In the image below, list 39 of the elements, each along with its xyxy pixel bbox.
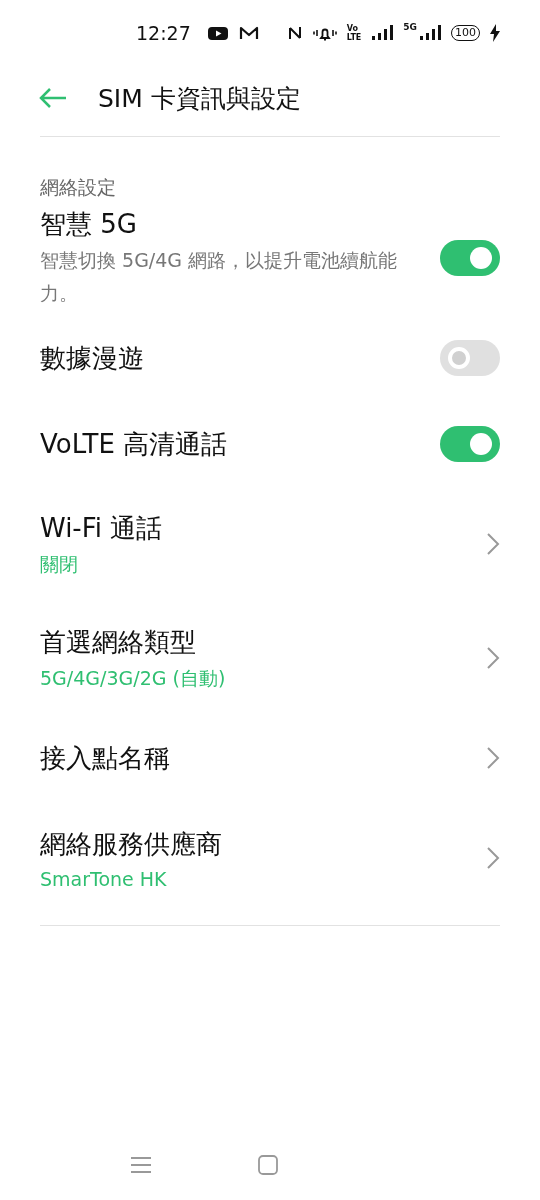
toggle-switch[interactable] xyxy=(440,340,500,376)
settings-row[interactable]: 網絡服務供應商 SmarTone HK xyxy=(0,801,540,915)
chevron-right-icon xyxy=(486,846,500,870)
menu-icon[interactable] xyxy=(129,1155,153,1175)
chevron-right-icon xyxy=(486,746,500,770)
back-arrow-icon[interactable] xyxy=(38,87,68,109)
signal-icon xyxy=(371,25,394,41)
settings-row[interactable]: Wi-Fi 通話 關閉 xyxy=(0,487,540,601)
settings-row[interactable]: 接入點名稱 xyxy=(0,715,540,801)
volte-indicator: Vo LTE xyxy=(346,24,362,42)
setting-title: VoLTE 高清通話 xyxy=(40,427,229,461)
toggle-switch[interactable] xyxy=(440,426,500,462)
chevron-right-icon xyxy=(486,532,500,556)
setting-title: 首選網絡類型 xyxy=(40,625,197,659)
home-icon[interactable] xyxy=(257,1154,279,1176)
toggle-switch[interactable] xyxy=(440,240,500,276)
video-app-icon xyxy=(206,25,229,41)
section-header: 網絡設定 xyxy=(39,175,117,200)
setting-value: 5G/4G/3G/2G (自動) xyxy=(40,665,227,691)
settings-row[interactable]: 數據漫遊 xyxy=(0,315,540,401)
nfc-icon xyxy=(286,24,303,42)
setting-description: 智慧切換 5G/4G 網路，以提升電池續航能力。 xyxy=(40,247,399,306)
setting-value: SmarTone HK xyxy=(40,867,168,890)
settings-row[interactable]: 智慧 5G 智慧切換 5G/4G 網路，以提升電池續航能力。 xyxy=(0,201,540,315)
charging-icon xyxy=(490,24,500,42)
setting-title: 接入點名稱 xyxy=(40,741,171,775)
settings-row[interactable]: 首選網絡類型 5G/4G/3G/2G (自動) xyxy=(0,601,540,715)
chevron-right-icon xyxy=(486,646,500,670)
setting-title: 智慧 5G xyxy=(40,207,138,241)
setting-title: Wi-Fi 通話 xyxy=(40,511,164,545)
mail-icon xyxy=(238,25,259,41)
settings-row[interactable]: VoLTE 高清通話 xyxy=(0,401,540,487)
clock-time: 12:27 xyxy=(136,22,191,44)
mobile-data-indicator: 5G xyxy=(403,22,417,32)
setting-title: 網絡服務供應商 xyxy=(40,827,223,861)
signal-icon xyxy=(419,25,441,41)
page-title: SIM 卡資訊與設定 xyxy=(98,82,301,115)
setting-title: 數據漫遊 xyxy=(40,341,145,375)
setting-value: 關閉 xyxy=(40,551,79,577)
